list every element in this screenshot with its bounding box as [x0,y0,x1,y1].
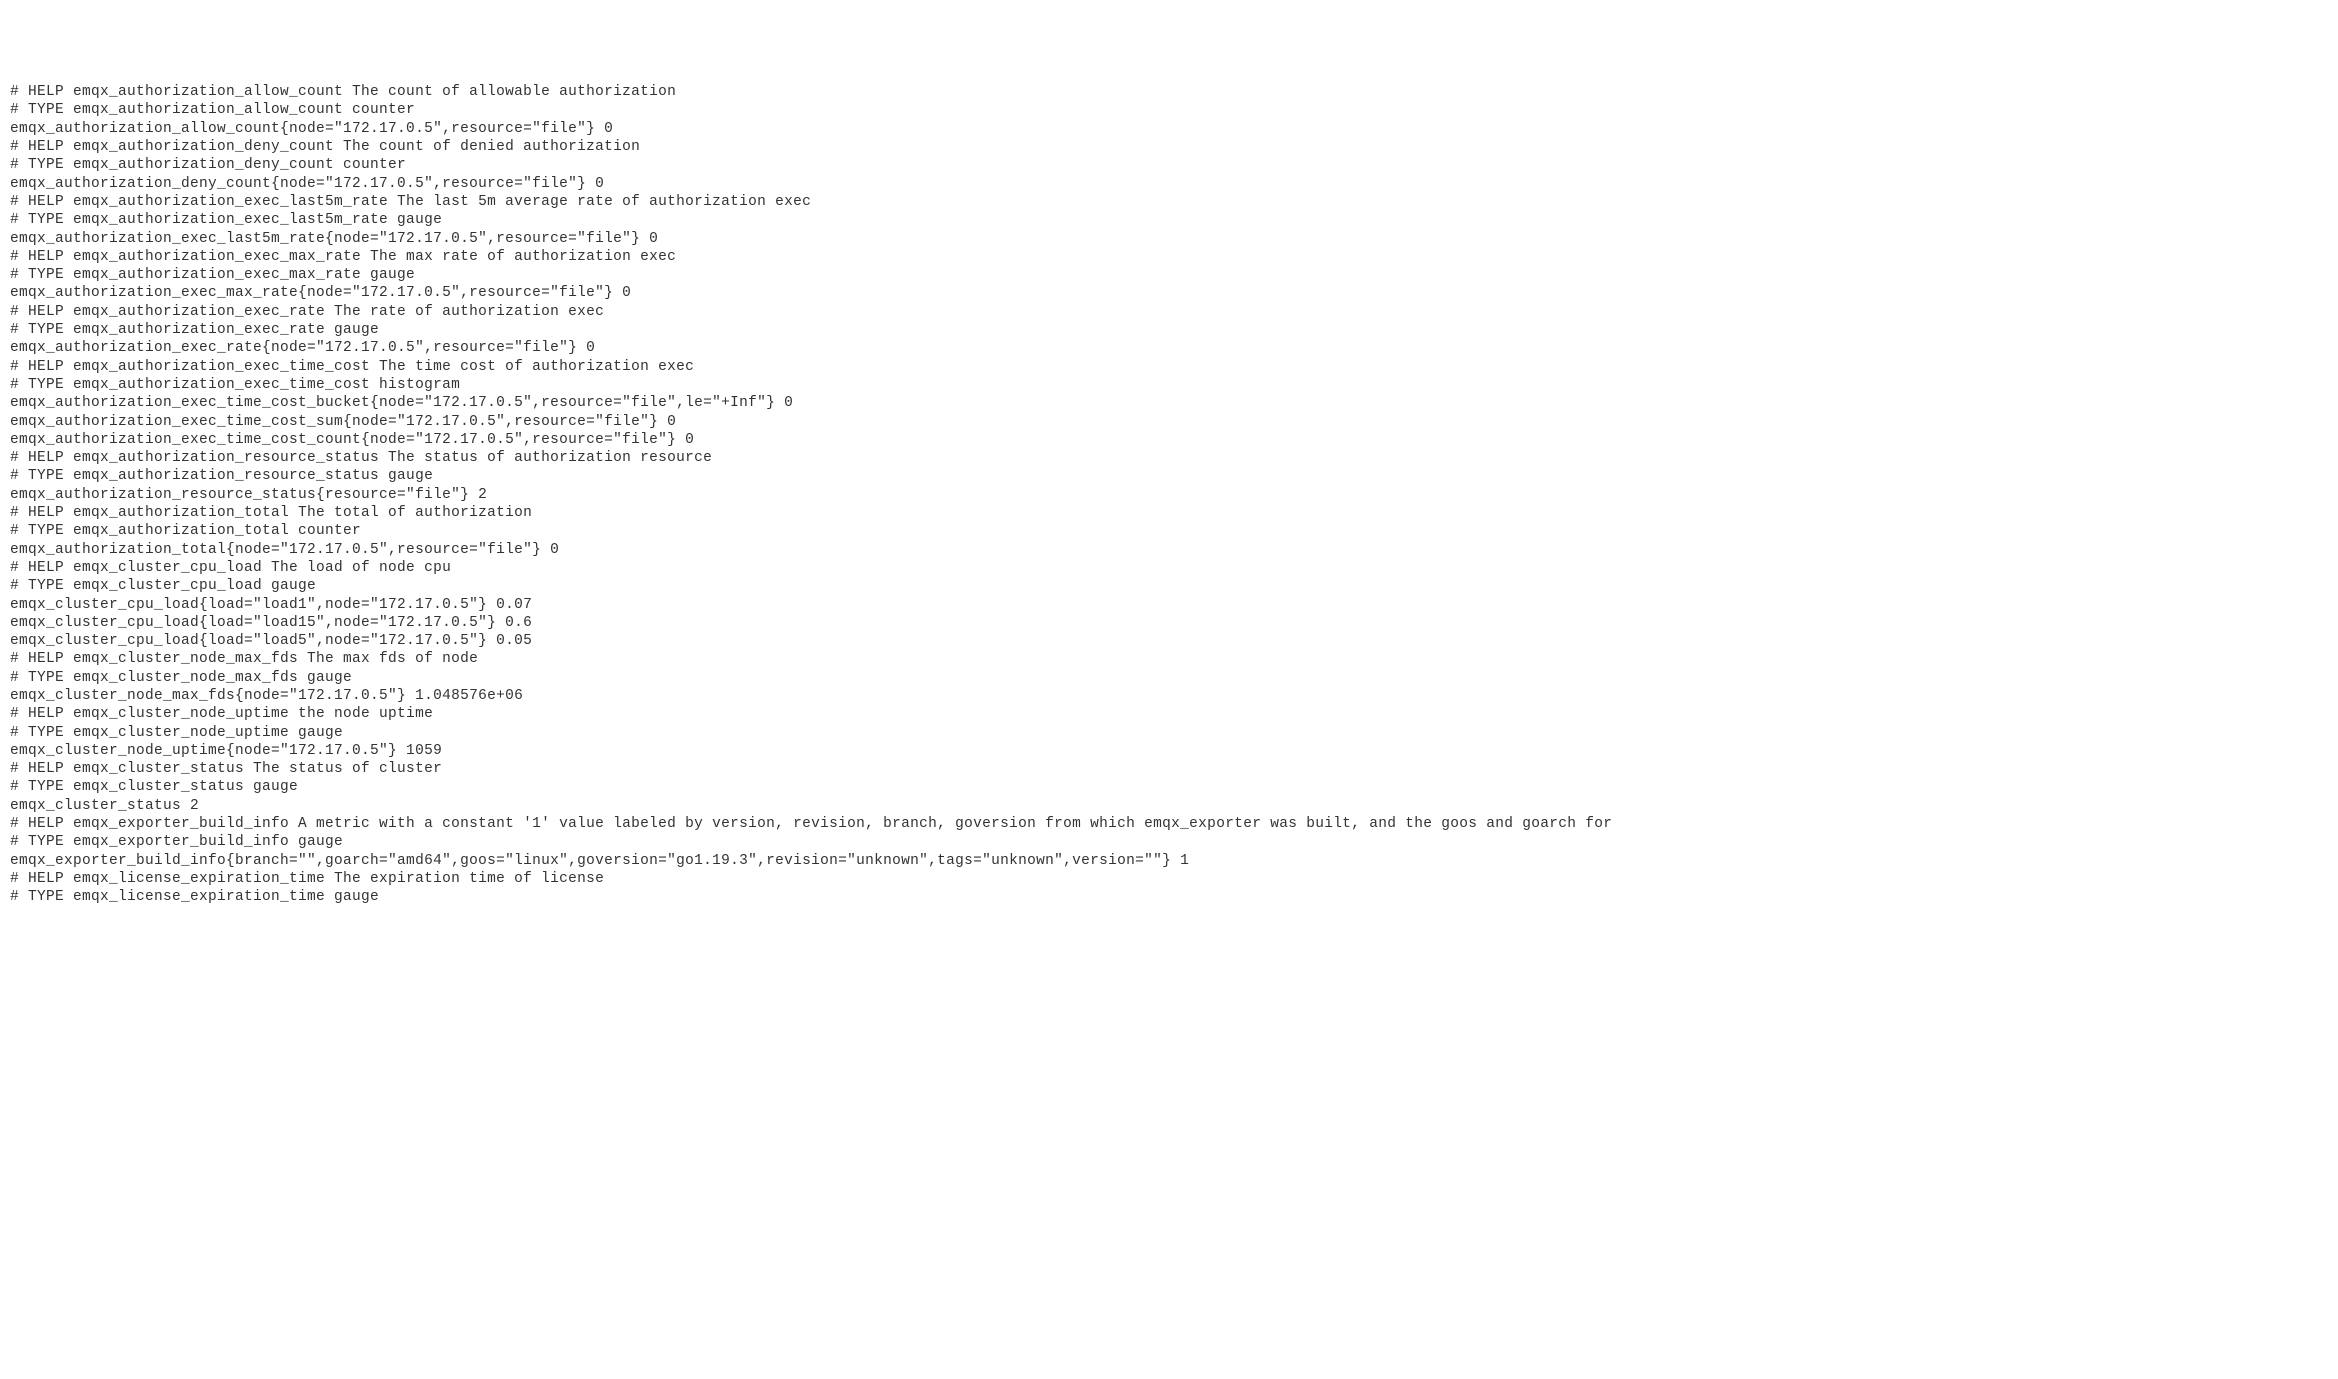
metrics-line: # TYPE emqx_cluster_node_max_fds gauge [10,669,2328,687]
metrics-line: # HELP emqx_cluster_node_uptime the node… [10,705,2328,723]
metrics-line: # HELP emqx_authorization_exec_time_cost… [10,358,2328,376]
metrics-line: # TYPE emqx_authorization_deny_count cou… [10,156,2328,174]
metrics-line: # TYPE emqx_cluster_node_uptime gauge [10,724,2328,742]
metrics-line: # HELP emqx_cluster_node_max_fds The max… [10,650,2328,668]
metrics-line: emqx_authorization_total{node="172.17.0.… [10,541,2328,559]
metrics-line: emqx_exporter_build_info{branch="",goarc… [10,852,2328,870]
metrics-line: # TYPE emqx_authorization_exec_last5m_ra… [10,211,2328,229]
metrics-line: emqx_authorization_allow_count{node="172… [10,120,2328,138]
metrics-line: emqx_authorization_exec_time_cost_sum{no… [10,413,2328,431]
metrics-line: # HELP emqx_exporter_build_info A metric… [10,815,2328,833]
metrics-line: # HELP emqx_authorization_deny_count The… [10,138,2328,156]
metrics-line: emqx_cluster_node_uptime{node="172.17.0.… [10,742,2328,760]
metrics-line: emqx_authorization_resource_status{resou… [10,486,2328,504]
metrics-line: emqx_authorization_exec_last5m_rate{node… [10,230,2328,248]
metrics-line: emqx_cluster_status 2 [10,797,2328,815]
metrics-line: # HELP emqx_authorization_exec_last5m_ra… [10,193,2328,211]
metrics-line: emqx_cluster_cpu_load{load="load1",node=… [10,596,2328,614]
metrics-line: # TYPE emqx_authorization_exec_rate gaug… [10,321,2328,339]
metrics-line: emqx_authorization_exec_max_rate{node="1… [10,284,2328,302]
metrics-line: emqx_authorization_exec_rate{node="172.1… [10,339,2328,357]
metrics-line: # TYPE emqx_cluster_status gauge [10,778,2328,796]
metrics-line: # HELP emqx_license_expiration_time The … [10,870,2328,888]
metrics-line: # HELP emqx_authorization_total The tota… [10,504,2328,522]
prometheus-metrics-output: # HELP emqx_authorization_allow_count Th… [10,83,2328,906]
metrics-line: # HELP emqx_authorization_exec_max_rate … [10,248,2328,266]
metrics-line: # HELP emqx_cluster_status The status of… [10,760,2328,778]
metrics-line: # HELP emqx_authorization_resource_statu… [10,449,2328,467]
metrics-line: # TYPE emqx_authorization_total counter [10,522,2328,540]
metrics-line: # TYPE emqx_authorization_resource_statu… [10,467,2328,485]
metrics-line: emqx_authorization_deny_count{node="172.… [10,175,2328,193]
metrics-line: # HELP emqx_authorization_exec_rate The … [10,303,2328,321]
metrics-line: # HELP emqx_authorization_allow_count Th… [10,83,2328,101]
metrics-line: emqx_cluster_cpu_load{load="load15",node… [10,614,2328,632]
metrics-line: emqx_authorization_exec_time_cost_bucket… [10,394,2328,412]
metrics-line: # HELP emqx_cluster_cpu_load The load of… [10,559,2328,577]
metrics-line: # TYPE emqx_authorization_exec_time_cost… [10,376,2328,394]
metrics-line: # TYPE emqx_license_expiration_time gaug… [10,888,2328,906]
metrics-line: emqx_cluster_node_max_fds{node="172.17.0… [10,687,2328,705]
metrics-line: # TYPE emqx_authorization_allow_count co… [10,101,2328,119]
metrics-line: emqx_authorization_exec_time_cost_count{… [10,431,2328,449]
metrics-line: # TYPE emqx_cluster_cpu_load gauge [10,577,2328,595]
metrics-line: # TYPE emqx_exporter_build_info gauge [10,833,2328,851]
metrics-line: # TYPE emqx_authorization_exec_max_rate … [10,266,2328,284]
metrics-line: emqx_cluster_cpu_load{load="load5",node=… [10,632,2328,650]
